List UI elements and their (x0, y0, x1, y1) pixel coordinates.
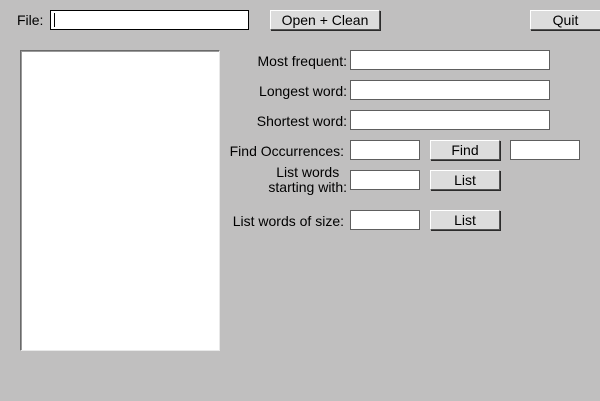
starting-with-label: List words starting with: (268, 165, 347, 195)
of-size-label: List words of size: (232, 213, 344, 229)
find-occurrences-label: Find Occurrences: (229, 143, 344, 159)
find-occurrences-input[interactable] (350, 140, 420, 160)
most-frequent-label: Most frequent: (257, 53, 348, 69)
starting-with-label-line2: starting with: (268, 179, 347, 195)
of-size-input[interactable] (350, 210, 420, 230)
file-label: File: (17, 12, 44, 28)
longest-word-label: Longest word: (259, 83, 347, 99)
open-clean-button[interactable]: Open + Clean (270, 10, 380, 30)
list-of-size-button[interactable]: List (430, 210, 500, 230)
find-button[interactable]: Find (430, 140, 500, 160)
word-listbox[interactable] (20, 50, 220, 351)
quit-button[interactable]: Quit (530, 10, 600, 30)
text-caret (54, 13, 55, 27)
starting-with-label-line1: List words (276, 164, 340, 180)
shortest-word-field[interactable] (350, 110, 550, 130)
most-frequent-field[interactable] (350, 50, 550, 70)
starting-with-input[interactable] (350, 170, 420, 190)
file-path-input[interactable] (50, 10, 249, 30)
longest-word-field[interactable] (350, 80, 550, 100)
find-occurrences-result[interactable] (510, 140, 580, 160)
shortest-word-label: Shortest word: (256, 113, 347, 129)
list-starting-with-button[interactable]: List (430, 170, 500, 190)
